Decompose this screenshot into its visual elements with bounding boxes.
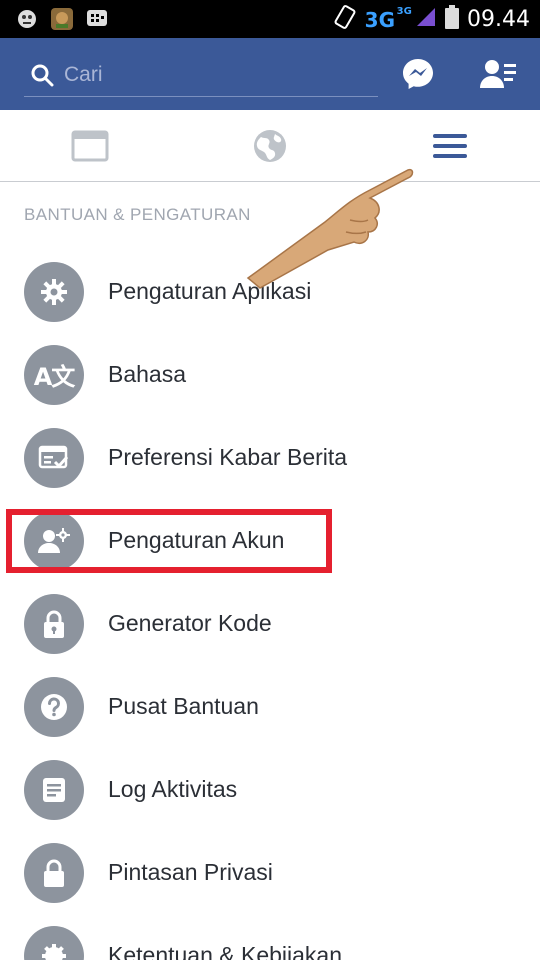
friend-requests-button[interactable] [478,56,518,92]
messenger-icon [401,57,435,91]
activity-log-icon [24,759,84,820]
top-header [0,38,540,110]
friend-requests-icon [478,58,518,90]
pointing-hand-annotation [246,168,414,289]
menu-item-label: Pusat Bantuan [108,693,259,719]
menu-item-code-generator[interactable]: Generator Kode [0,582,540,665]
terms-icon [24,925,84,960]
notification-game-icon [50,7,74,36]
globe-icon [253,129,287,163]
signal-icon [415,6,437,33]
status-bar: 3G 3G 09.44 [0,0,540,38]
section-title: BANTUAN & PENGATURAN [24,205,251,224]
menu-item-label: Ketentuan & Kebijakan [108,942,343,960]
search-icon [30,63,54,87]
translate-icon: A文 [24,344,84,405]
tab-menu[interactable] [420,126,480,166]
privacy-lock-icon [24,842,84,903]
bbm-icon [86,8,108,35]
help-icon [24,676,84,737]
menu-item-terms-policies[interactable]: Ketentuan & Kebijakan [0,914,540,960]
network-type: 3G 3G [364,5,412,32]
news-feed-icon [71,130,109,162]
news-feed-preferences-icon [24,427,84,488]
search-bar[interactable] [24,53,378,97]
menu-item-privacy-shortcuts[interactable]: Pintasan Privasi [0,831,540,914]
notification-app-icon [16,8,38,35]
lock-icon [24,593,84,654]
highlight-box [6,509,332,573]
gear-icon [24,261,84,322]
menu-item-language[interactable]: A文 Bahasa [0,333,540,416]
menu-item-news-feed-preferences[interactable]: Preferensi Kabar Berita [0,416,540,499]
clock: 09.44 [467,7,530,32]
menu-item-label: Bahasa [108,361,187,387]
menu-item-label: Pintasan Privasi [108,859,273,885]
messenger-button[interactable] [398,56,438,92]
tab-news-feed[interactable] [60,126,120,166]
battery-icon [445,5,460,34]
menu-item-help-center[interactable]: Pusat Bantuan [0,665,540,748]
search-input[interactable] [64,62,364,87]
menu-item-label: Preferensi Kabar Berita [108,444,348,470]
menu-item-activity-log[interactable]: Log Aktivitas [0,748,540,831]
settings-menu: Pengaturan Aplikasi A文 Bahasa Preferensi… [0,250,540,960]
menu-item-label: Log Aktivitas [108,776,238,802]
hamburger-menu-icon [432,132,468,160]
vibrate-icon [333,4,357,35]
menu-item-label: Generator Kode [108,610,272,636]
